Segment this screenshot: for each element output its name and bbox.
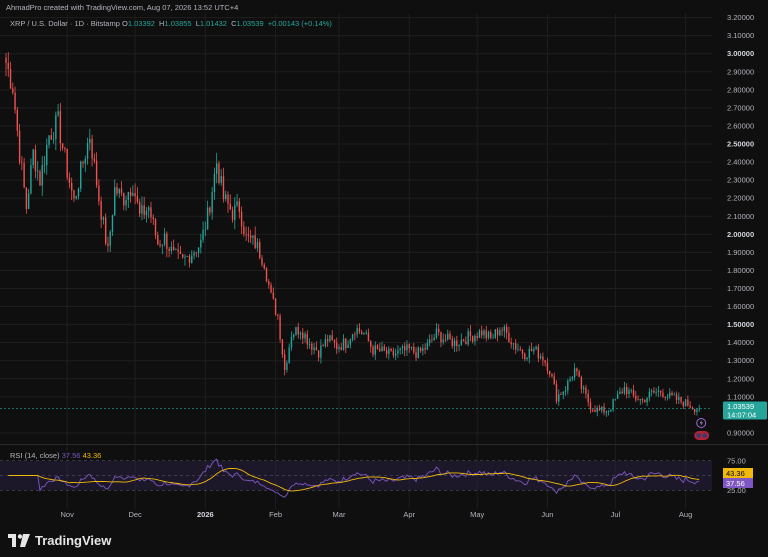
close-value: 1.03539 <box>236 19 264 28</box>
price-tick-label: 1.30000 <box>727 356 754 365</box>
price-tick-label: 3.10000 <box>727 31 754 40</box>
time-tick-label: 2026 <box>197 510 214 519</box>
change-value: +0.00143 (+0.14%) <box>267 19 332 28</box>
price-tick-label: 1.20000 <box>727 374 754 383</box>
price-tick-label: 2.70000 <box>727 103 754 112</box>
footer-bar <box>0 526 768 557</box>
rsi-value-badge-text: 37.56 <box>726 479 745 488</box>
candle[interactable] <box>265 267 268 283</box>
rsi-value-badge: 37.56 <box>723 478 753 488</box>
rsi-ma-value: 43.36 <box>82 451 102 460</box>
candle[interactable] <box>104 213 107 246</box>
price-tick-label: 2.30000 <box>727 176 754 185</box>
price-tick-label: 3.20000 <box>727 13 754 22</box>
symbol-legend[interactable]: XRP / U.S. Dollar · 1D · Bitstamp O1.033… <box>10 19 334 28</box>
rsi-ma-badge: 43.36 <box>723 468 753 478</box>
price-tick-label: 1.70000 <box>727 284 754 293</box>
price-tick-label: 0.90000 <box>727 428 754 437</box>
rsi-value: 37.56 <box>61 451 81 460</box>
axis-badges: 1.0353914:07:04 <box>723 401 767 420</box>
price-tick-label: 2.10000 <box>727 212 754 221</box>
tradingview-icon <box>8 534 30 547</box>
candle[interactable] <box>39 169 41 186</box>
price-tick-label: 1.10000 <box>727 392 754 401</box>
price-tick-label: 1.40000 <box>727 338 754 347</box>
time-tick-label: Feb <box>269 510 282 519</box>
open-label: O <box>121 19 128 28</box>
tradingview-wordmark: TradingView <box>35 533 112 548</box>
price-tick-label: 2.20000 <box>727 194 754 203</box>
rsi-ma-badge-text: 43.36 <box>726 469 745 478</box>
open-value: 1.03392 <box>127 19 155 28</box>
candle[interactable] <box>417 345 419 359</box>
candle[interactable] <box>494 329 497 340</box>
price-tick-label: 1.60000 <box>727 302 754 311</box>
price-tick-label: 2.60000 <box>727 121 754 130</box>
low-value: 1.01432 <box>199 19 227 28</box>
time-tick-label: Apr <box>403 510 415 519</box>
badge-countdown: 14:07:04 <box>727 411 756 420</box>
time-tick-label: Dec <box>128 510 142 519</box>
candle[interactable] <box>218 160 220 185</box>
price-tick-label: 3.00000 <box>727 49 754 58</box>
rsi-label[interactable]: RSI (14, close) <box>10 451 60 460</box>
price-tick-label: 1.50000 <box>727 320 754 329</box>
candle[interactable] <box>295 326 297 336</box>
candle[interactable] <box>684 398 687 407</box>
candle[interactable] <box>80 160 82 193</box>
close-label: C <box>231 19 237 28</box>
price-tick-label: 2.50000 <box>727 140 754 149</box>
price-tick-label: 1.80000 <box>727 266 754 275</box>
high-value: 1.03855 <box>164 19 192 28</box>
tradingview-logo[interactable]: TradingView <box>8 533 111 548</box>
price-tick-label: 1.90000 <box>727 248 754 257</box>
candle[interactable] <box>66 148 68 181</box>
price-tick-label: 2.00000 <box>727 230 754 239</box>
candle[interactable] <box>274 298 277 316</box>
price-tick-label: 2.80000 <box>727 85 754 94</box>
time-tick-label: Jun <box>541 510 553 519</box>
rsi-tick-label: 75.00 <box>727 456 746 465</box>
chart-canvas[interactable]: 3.20000 3.10000 3.00000 2.90000 2.80000 2.700… <box>0 0 768 557</box>
candle[interactable] <box>279 313 281 343</box>
last-price-badge: 1.0353914:07:04 <box>723 401 767 420</box>
symbol-name[interactable]: XRP / U.S. Dollar · 1D · Bitstamp <box>10 19 120 28</box>
chart-caption: AhmadPro created with TradingView.com, A… <box>6 3 239 12</box>
price-tick-label: 2.90000 <box>727 67 754 76</box>
price-tick-label: 2.40000 <box>727 158 754 167</box>
time-tick-label: Mar <box>333 510 346 519</box>
time-tick-label: Aug <box>679 510 692 519</box>
time-tick-label: May <box>470 510 484 519</box>
economic-events-icon[interactable] <box>694 431 710 440</box>
time-tick-label: Jul <box>611 510 621 519</box>
rsi-legend[interactable]: RSI (14, close) 37.56 43.36 <box>10 451 101 460</box>
time-tick-label: Nov <box>60 510 74 519</box>
